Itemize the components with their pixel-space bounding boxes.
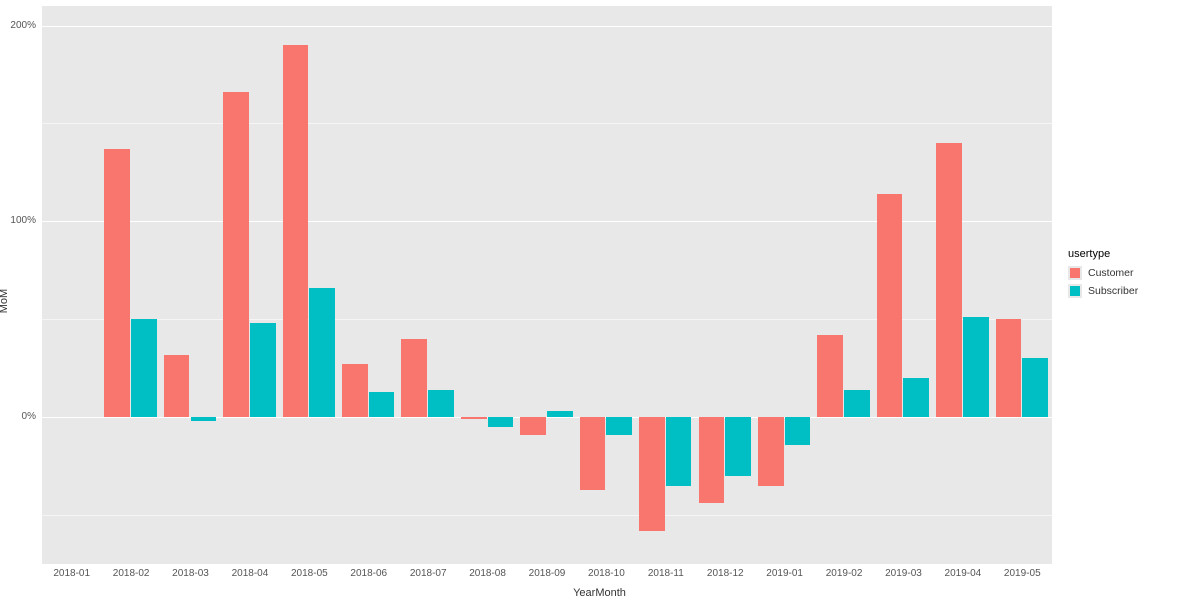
bar-subscriber [131,319,157,417]
x-tick-label: 2018-10 [588,568,625,579]
bar-customer [401,339,427,417]
bar-customer [639,417,665,531]
bar-subscriber [428,390,454,417]
bar-subscriber [250,323,276,417]
chart-container: MoM YearMonth 0% 100% 200% 2018-01 2018-02 2… [0,0,1199,601]
bar-customer [223,92,249,417]
legend-label-customer: Customer [1088,267,1134,279]
y-tick-label: 200% [0,20,36,31]
bar-customer [996,319,1022,417]
x-tick-label: 2019-02 [826,568,863,579]
x-tick-label: 2018-09 [529,568,566,579]
y-tick-label: 0% [0,411,36,422]
legend-swatch-subscriber [1068,284,1082,298]
bar-customer [164,355,190,418]
bar-customer [817,335,843,417]
x-axis-label: YearMonth [573,587,626,599]
x-tick-label: 2018-05 [291,568,328,579]
bar-subscriber [963,317,989,417]
legend-title: usertype [1068,248,1188,260]
x-tick-label: 2018-08 [469,568,506,579]
bar-customer [877,194,903,417]
x-tick-label: 2018-01 [53,568,90,579]
bar-customer [758,417,784,486]
bar-customer [936,143,962,417]
x-tick-label: 2018-07 [410,568,447,579]
bar-subscriber [547,411,573,417]
legend-item-subscriber: Subscriber [1068,284,1188,298]
bar-customer [342,364,368,417]
x-tick-label: 2019-01 [766,568,803,579]
bar-customer [580,417,606,489]
bar-customer [283,45,309,417]
bar-subscriber [903,378,929,417]
bar-subscriber [488,417,514,427]
x-tick-label: 2018-03 [172,568,209,579]
legend-label-subscriber: Subscriber [1088,285,1138,297]
bar-subscriber [369,392,395,417]
x-tick-label: 2018-12 [707,568,744,579]
bar-customer [699,417,725,503]
bar-subscriber [1022,358,1048,417]
legend-item-customer: Customer [1068,266,1188,280]
x-tick-label: 2019-04 [945,568,982,579]
x-tick-label: 2019-03 [885,568,922,579]
x-tick-label: 2018-11 [648,568,684,579]
plot-area [42,6,1052,564]
legend-swatch-customer [1068,266,1082,280]
bar-subscriber [606,417,632,435]
bar-customer [520,417,546,435]
bar-subscriber [785,417,811,444]
x-tick-label: 2018-04 [232,568,269,579]
legend: usertype Customer Subscriber [1068,248,1188,302]
x-tick-label: 2018-06 [350,568,387,579]
bar-subscriber [666,417,692,486]
bar-customer [104,149,130,417]
bar-customer [461,417,487,419]
bar-subscriber [725,417,751,476]
y-axis-label: MoM [0,288,10,312]
x-tick-label: 2019-05 [1004,568,1041,579]
bar-subscriber [309,288,335,417]
bar-subscriber [191,417,217,421]
y-tick-label: 100% [0,215,36,226]
bar-subscriber [844,390,870,417]
x-tick-label: 2018-02 [113,568,150,579]
